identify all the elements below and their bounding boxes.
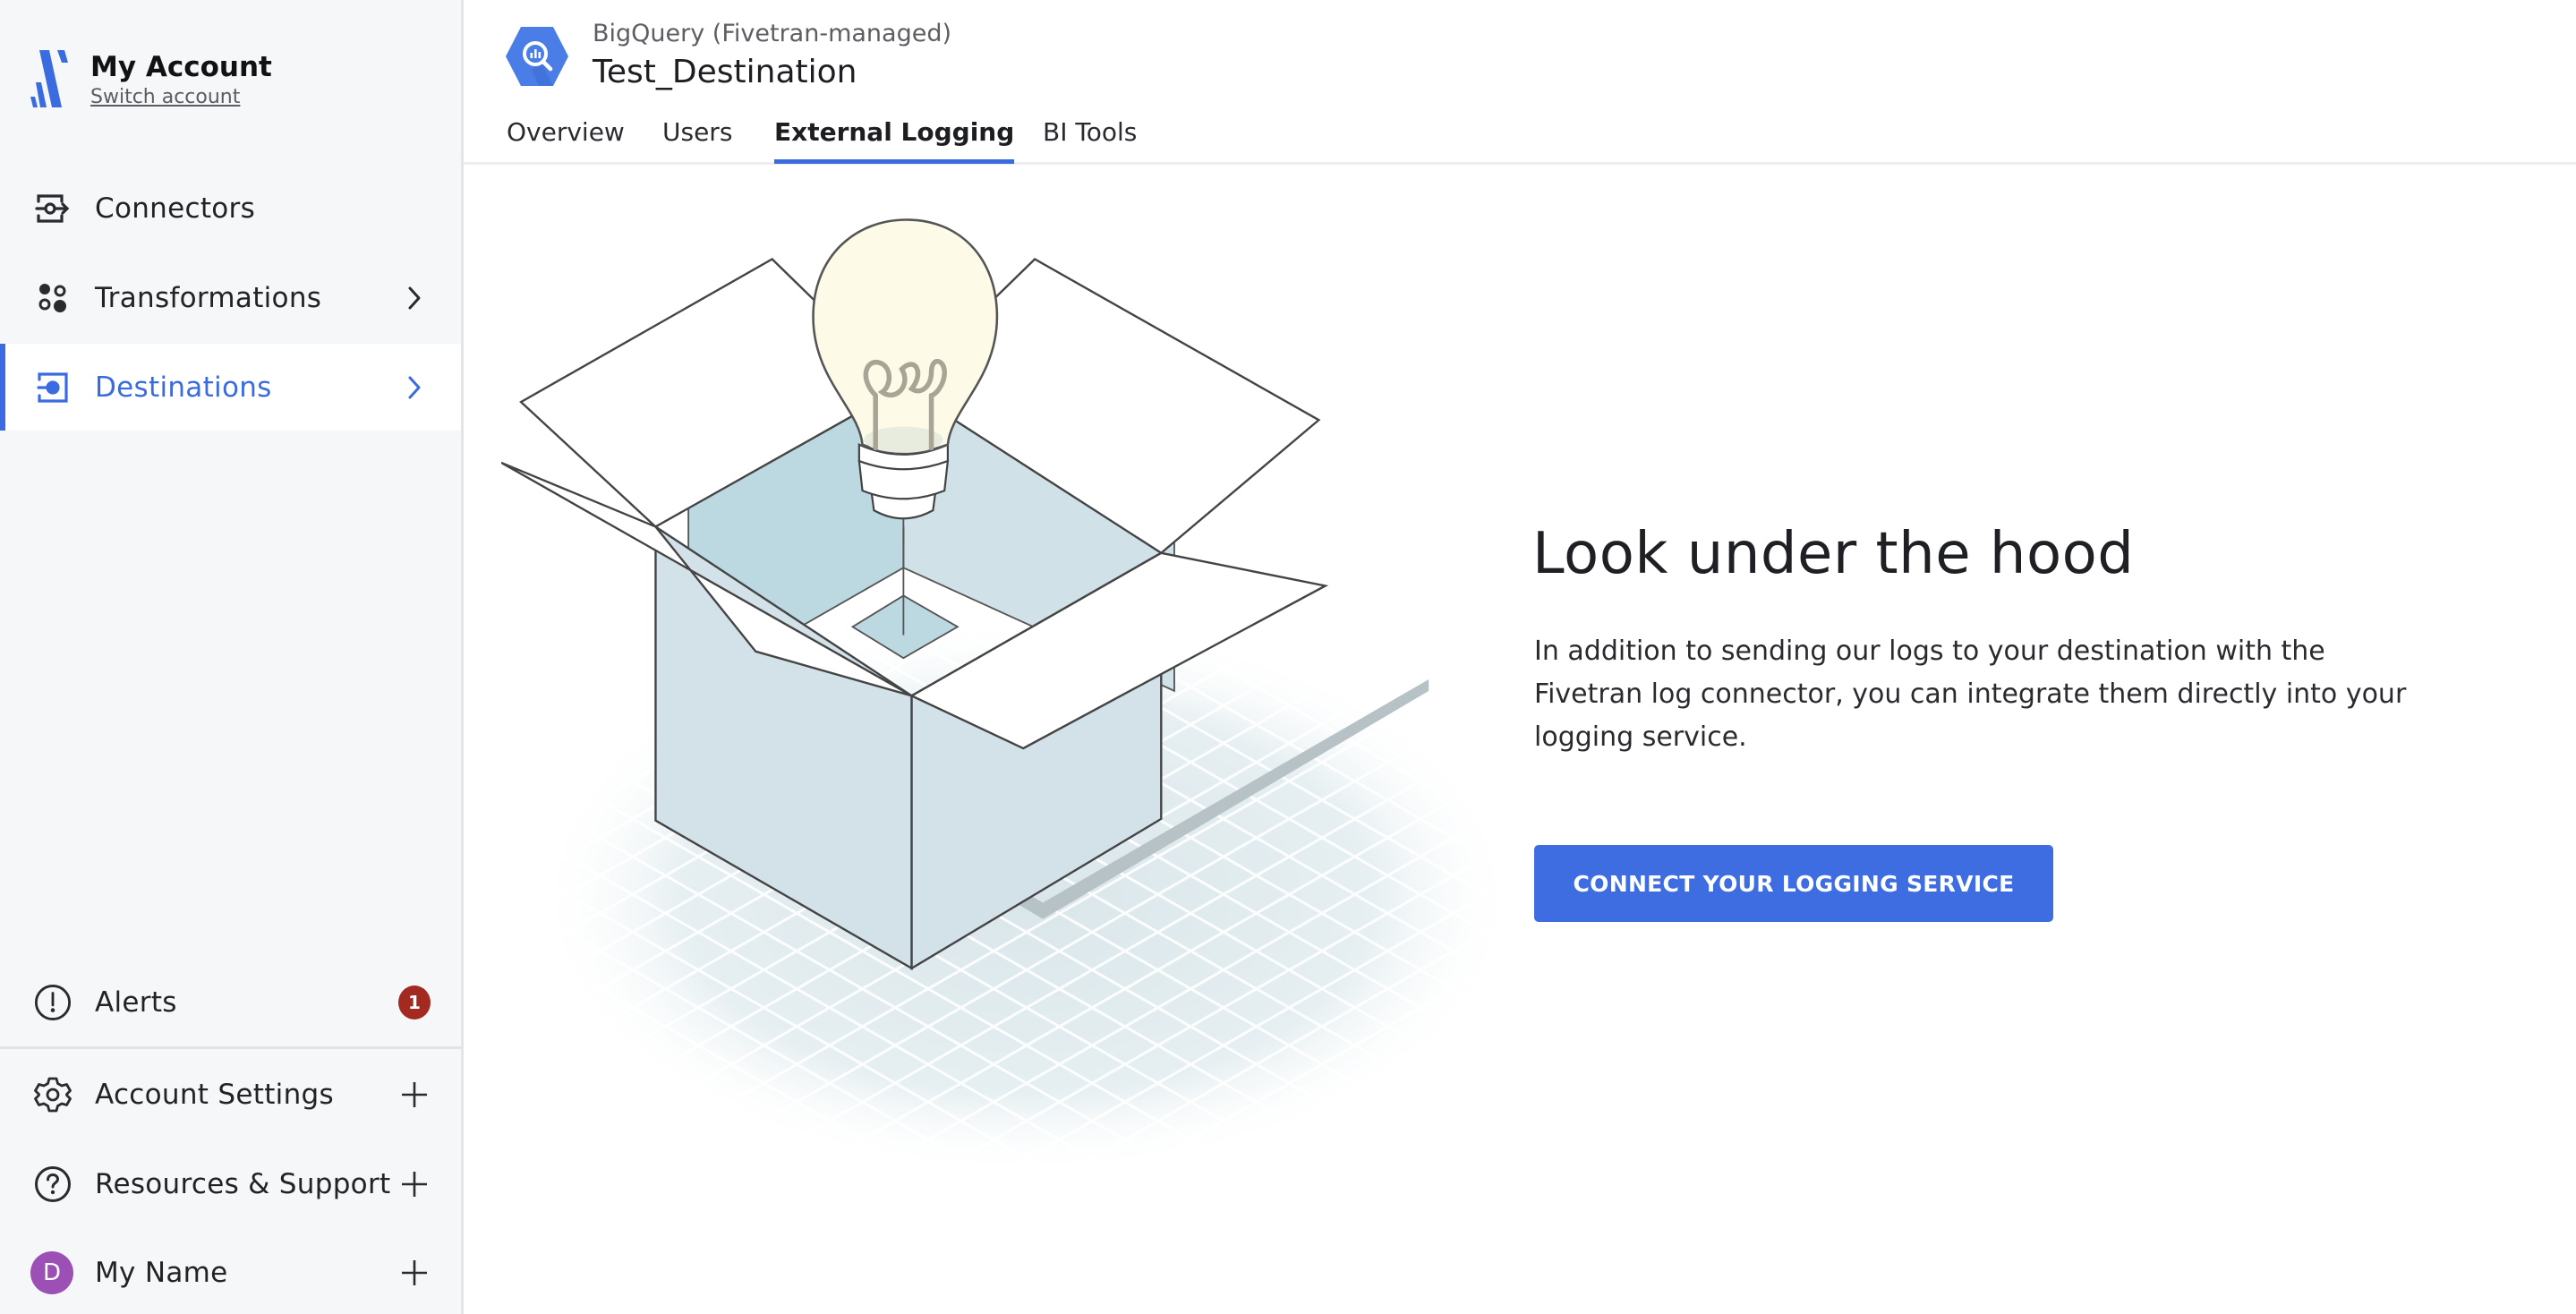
chevron-right-icon — [398, 371, 431, 404]
account-name: My Account — [90, 51, 272, 83]
destination-name: Test_Destination — [593, 54, 857, 90]
tab-bi-tools[interactable]: BI Tools — [1043, 115, 1137, 165]
sidebar-item-label: Account Settings — [95, 1078, 334, 1111]
switch-account-link[interactable]: Switch account — [90, 84, 272, 111]
sidebar-item-label: Destinations — [95, 371, 272, 404]
plus-icon[interactable] — [398, 1168, 431, 1200]
sidebar-item-label: Resources & Support — [95, 1167, 391, 1200]
destination-type: BigQuery (Fivetran-managed) — [593, 20, 952, 47]
sidebar: My Account Switch account Connectors Tra… — [0, 0, 464, 1314]
chevron-right-icon — [398, 282, 431, 314]
transformations-icon — [34, 279, 72, 317]
tab-external-logging[interactable]: External Logging — [774, 115, 1015, 165]
destinations-icon — [34, 369, 72, 406]
tab-overview[interactable]: Overview — [507, 115, 625, 165]
sidebar-item-destinations[interactable]: Destinations — [0, 344, 461, 431]
sidebar-item-alerts[interactable]: Alerts 1 — [0, 959, 461, 1045]
sidebar-item-label: Transformations — [95, 281, 322, 314]
page-description: In addition to sending our logs to your … — [1534, 636, 2407, 753]
tab-users[interactable]: Users — [662, 115, 732, 165]
open-box-lightbulb-illustration — [501, 218, 1520, 1164]
sidebar-item-label: Connectors — [95, 192, 256, 225]
connectors-icon — [34, 190, 72, 227]
help-icon — [34, 1165, 72, 1203]
page-heading: Look under the hood — [1532, 521, 2135, 587]
alerts-count-badge: 1 — [398, 985, 431, 1020]
fivetran-logo-icon — [30, 50, 68, 107]
sidebar-item-transformations[interactable]: Transformations — [0, 254, 461, 341]
sidebar-item-user-profile[interactable]: D My Name — [0, 1229, 461, 1314]
alert-icon — [34, 984, 72, 1021]
sidebar-item-label: My Name — [95, 1256, 228, 1289]
sidebar-item-connectors[interactable]: Connectors — [0, 165, 461, 252]
avatar: D — [30, 1250, 73, 1294]
destination-header: BigQuery (Fivetran-managed) Test_Destina… — [464, 0, 2576, 165]
gear-icon — [34, 1076, 72, 1113]
sidebar-item-resources-support[interactable]: Resources & Support — [0, 1140, 461, 1227]
sidebar-item-account-settings[interactable]: Account Settings — [0, 1051, 461, 1138]
plus-icon[interactable] — [398, 1257, 431, 1289]
sidebar-item-label: Alerts — [95, 986, 177, 1019]
account-header: My Account Switch account — [30, 50, 272, 108]
bigquery-icon — [506, 27, 568, 86]
connect-logging-service-button[interactable]: CONNECT YOUR LOGGING SERVICE — [1534, 845, 2053, 922]
sidebar-divider — [0, 1046, 461, 1049]
plus-icon[interactable] — [398, 1079, 431, 1111]
